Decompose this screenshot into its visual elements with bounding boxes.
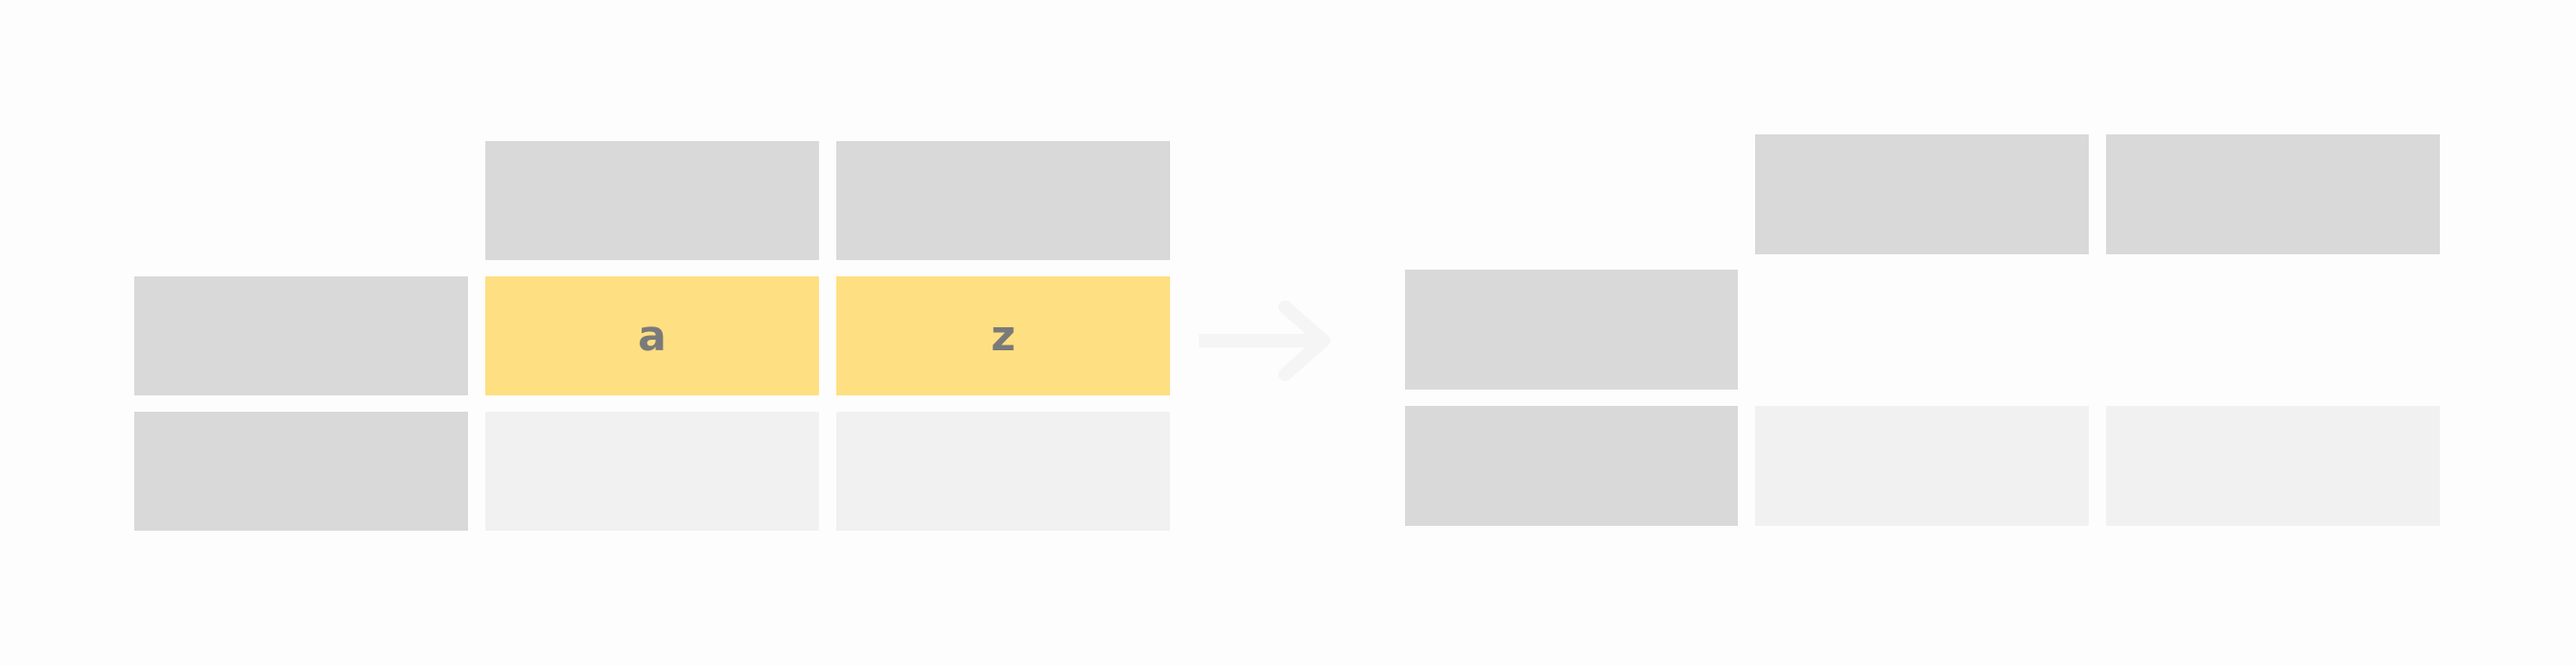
- left-cell-r1-c1: a: [485, 276, 819, 395]
- transition-arrow-icon: [1199, 300, 1330, 381]
- left-cell-r2-c1: [485, 412, 819, 531]
- right-row-header-2: [1405, 406, 1738, 526]
- right-cell-r2-c2: [2106, 406, 2440, 526]
- left-row-header-2: [134, 412, 468, 531]
- right-row-header-1: [1405, 270, 1738, 390]
- right-column-header-2: [2106, 134, 2440, 254]
- left-row-header-1: [134, 276, 468, 395]
- right-column-header-1: [1755, 134, 2089, 254]
- right-cell-r2-c1: [1755, 406, 2089, 526]
- left-column-header-2: [836, 141, 1170, 260]
- left-column-header-1: [485, 141, 819, 260]
- diagram-canvas: a z: [0, 0, 2576, 666]
- left-cell-r1-c2: z: [836, 276, 1170, 395]
- left-cell-r2-c2: [836, 412, 1170, 531]
